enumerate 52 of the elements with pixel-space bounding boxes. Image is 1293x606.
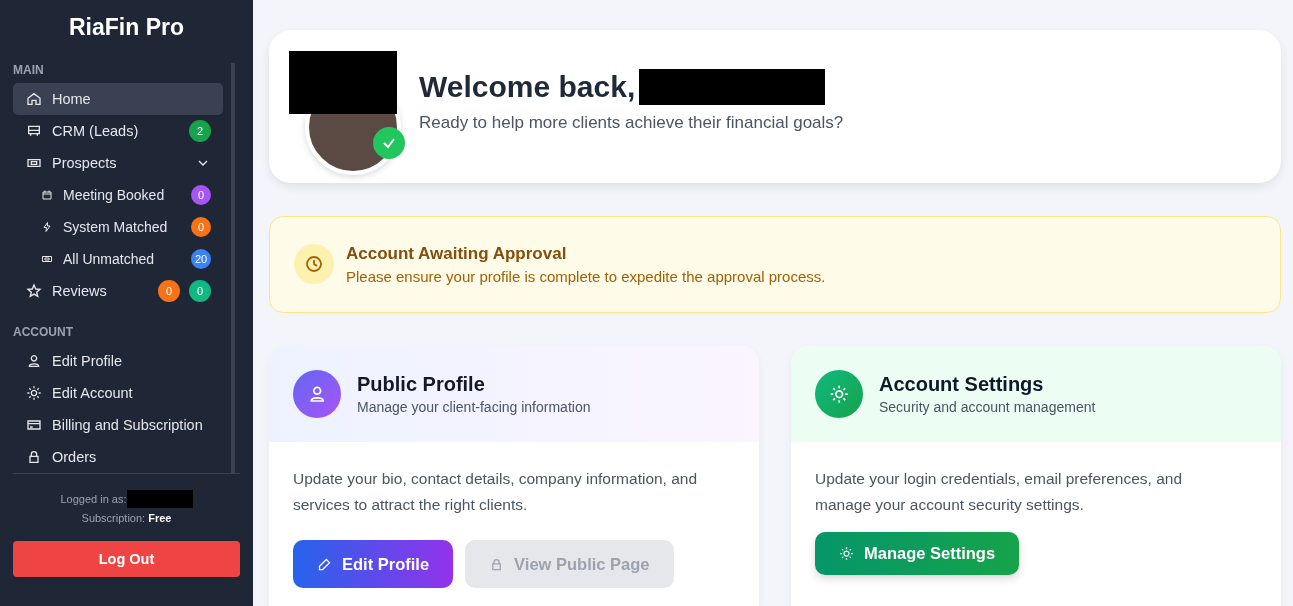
count-badge: 0 <box>189 280 211 302</box>
logged-in-label: Logged in as: <box>60 493 127 505</box>
lock-icon <box>26 449 42 465</box>
nav-item[interactable]: CRM (Leads) 2 <box>13 115 223 147</box>
card-description: Update your login credentials, email preferences, and manage your account security settings. <box>815 469 1184 515</box>
card-description: Update your bio, contact details, company information, and services to attract the right clients. <box>293 469 699 515</box>
count-badge: 0 <box>191 217 211 237</box>
edit-icon <box>317 556 332 572</box>
welcome-title: Welcome back, <box>419 70 636 105</box>
nav-item[interactable]: Prospects <box>13 147 223 179</box>
ticket-icon <box>41 253 53 265</box>
action-button[interactable]: Manage Settings <box>815 532 1020 575</box>
credit-card-icon <box>26 417 42 433</box>
subscription-value: Free <box>148 512 172 524</box>
nav-item[interactable]: Billing and Subscription <box>13 409 223 441</box>
bolt-icon <box>41 221 53 233</box>
settings-icon <box>26 385 42 401</box>
card-title: Public Profile <box>357 373 486 396</box>
card-title: Account Settings <box>879 373 1045 396</box>
clock-icon <box>294 244 334 285</box>
section-heading: ACCOUNT <box>13 325 74 341</box>
section-heading: MAIN <box>13 63 45 79</box>
star-icon <box>26 283 42 299</box>
calendar-icon <box>41 189 53 201</box>
nav-item[interactable]: Home <box>13 83 223 115</box>
count-badge: 0 <box>191 185 211 205</box>
alert-message: Please ensure your profile is complete to expedite the approval process. <box>346 267 826 285</box>
subscription-label: Subscription: <box>81 512 146 524</box>
redaction-block <box>126 490 193 508</box>
welcome-subtitle: Ready to help more clients achieve their financial goals? <box>419 113 844 134</box>
count-badge: 2 <box>189 120 211 142</box>
user-icon <box>293 370 341 418</box>
action-button[interactable]: Edit Profile <box>293 540 454 588</box>
settings-icon <box>815 370 863 418</box>
count-badge: 0 <box>158 280 180 302</box>
nav-item[interactable]: Edit Account <box>13 377 223 409</box>
alert-title: Account Awaiting Approval <box>346 243 568 264</box>
card-subtitle: Security and account management <box>879 399 1096 415</box>
user-icon <box>26 353 42 369</box>
settings-icon <box>839 546 854 561</box>
count-badge: 20 <box>191 249 211 269</box>
nav-item[interactable]: Orders <box>13 441 223 473</box>
nav-subitem[interactable]: Meeting Booked 0 <box>13 179 223 211</box>
nav-item[interactable]: Edit Profile <box>13 345 223 377</box>
logout-button[interactable]: Log Out <box>13 541 240 577</box>
home-icon <box>26 91 42 107</box>
nav-subitem[interactable]: All Unmatched 20 <box>13 243 223 275</box>
card-subtitle: Manage your client-facing information <box>357 399 591 415</box>
app-title: RiaFin Pro <box>68 13 185 42</box>
nav-subitem[interactable]: System Matched 0 <box>13 211 223 243</box>
nav-item[interactable]: Reviews 0 0 <box>13 275 223 307</box>
bus-icon <box>26 123 42 139</box>
